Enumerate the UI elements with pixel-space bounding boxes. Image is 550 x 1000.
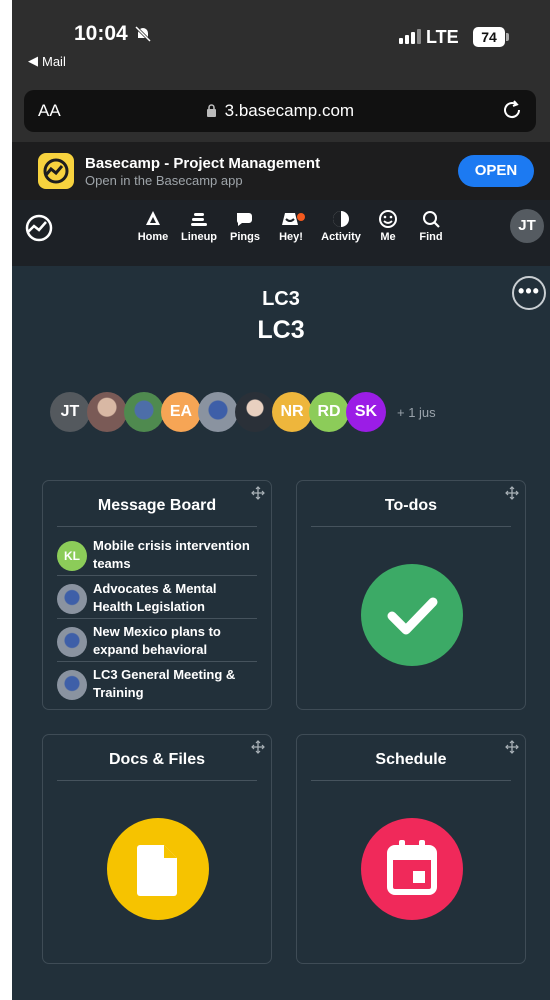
me-icon (379, 210, 397, 228)
person-avatar[interactable] (198, 392, 238, 432)
project-people[interactable]: JT EA NR RD SK + 1 jus (50, 392, 436, 432)
status-bar: 10:04 ◀ Mail LTE 74 (12, 0, 550, 84)
time-label: 10:04 (74, 22, 128, 45)
banner-title: Basecamp - Project Management (85, 155, 321, 172)
message-title: Advocates & Mental Health Legislation (93, 581, 217, 614)
person-avatar[interactable]: NR (272, 392, 312, 432)
message-item[interactable]: Advocates & Mental Health Legislation (57, 580, 257, 619)
message-item[interactable]: New Mexico plans to expand behavioral (57, 623, 257, 662)
person-avatar[interactable] (87, 392, 127, 432)
todos-title[interactable]: To-dos (297, 497, 525, 515)
person-initials: RD (317, 403, 341, 420)
app-install-banner: Basecamp - Project Management Open in th… (12, 142, 550, 200)
person-avatar[interactable]: RD (309, 392, 349, 432)
todos-checkmark-icon[interactable] (361, 564, 463, 666)
message-author-avatar (57, 627, 87, 657)
banner-subtitle: Open in the Basecamp app (85, 173, 243, 188)
network-label: LTE (426, 27, 459, 47)
message-item[interactable]: LC3 General Meeting & Training (57, 666, 257, 700)
basecamp-app-icon (38, 153, 74, 189)
phone-screen: 10:04 ◀ Mail LTE 74 AA 3.basecamp.com Ba… (12, 0, 550, 1000)
message-item[interactable]: KL Mobile crisis intervention teams (57, 537, 257, 576)
person-avatar[interactable]: SK (346, 392, 386, 432)
signal-icon (399, 29, 421, 44)
nav-me[interactable]: Me (371, 208, 405, 243)
nav-hey[interactable]: Hey! (271, 208, 311, 243)
url-display[interactable]: 3.basecamp.com (24, 101, 536, 121)
back-arrow-icon: ◀ (28, 53, 38, 68)
author-initials: KL (64, 549, 80, 563)
nav-find-label: Find (419, 231, 443, 243)
person-avatar[interactable] (235, 392, 275, 432)
docs-files-title[interactable]: Docs & Files (43, 751, 271, 769)
person-avatar[interactable]: JT (50, 392, 90, 432)
message-title: LC3 General Meeting & Training (93, 667, 236, 700)
home-icon (146, 211, 160, 225)
silent-bell-icon (134, 25, 151, 43)
message-author-avatar: KL (57, 541, 87, 571)
person-initials: NR (280, 403, 304, 420)
schedule-card[interactable]: Schedule (296, 734, 526, 964)
lock-icon (206, 104, 216, 117)
message-title: New Mexico plans to expand behavioral (93, 624, 221, 657)
browser-toolbar: AA 3.basecamp.com (12, 84, 550, 142)
docs-files-card[interactable]: Docs & Files (42, 734, 272, 964)
more-people-label[interactable]: + 1 jus (397, 405, 436, 420)
message-title: Mobile crisis intervention teams (93, 538, 250, 571)
battery-icon: 74 (473, 27, 509, 47)
person-initials: JT (60, 403, 80, 420)
person-initials: SK (354, 403, 378, 420)
nav-find[interactable]: Find (411, 208, 451, 243)
calendar-icon[interactable] (361, 818, 463, 920)
project-team-name: LC3 (262, 288, 300, 310)
card-divider (57, 780, 257, 781)
nav-home-label: Home (137, 231, 169, 243)
nav-lineup[interactable]: Lineup (179, 208, 219, 243)
nav-activity-label: Activity (321, 231, 361, 243)
nav-me-label: Me (380, 231, 396, 243)
message-author-avatar (57, 670, 87, 700)
basecamp-nav: Home Lineup Pings Hey! Activity Me Find … (12, 200, 550, 266)
nav-activity[interactable]: Activity (317, 208, 365, 243)
message-board-title[interactable]: Message Board (43, 497, 271, 515)
nav-home[interactable]: Home (133, 208, 173, 243)
find-icon (423, 211, 440, 228)
pings-icon (237, 213, 252, 226)
user-avatar[interactable]: JT (510, 209, 544, 243)
person-avatar[interactable]: EA (161, 392, 201, 432)
message-author-avatar (57, 584, 87, 614)
open-app-button[interactable]: OPEN (458, 155, 534, 187)
card-divider (311, 526, 511, 527)
nav-hey-label: Hey! (279, 231, 303, 243)
person-avatar[interactable] (124, 392, 164, 432)
status-time: 10:04 (74, 22, 152, 46)
nav-pings[interactable]: Pings (225, 208, 265, 243)
todos-card[interactable]: To-dos (296, 480, 526, 710)
schedule-title[interactable]: Schedule (297, 751, 525, 769)
person-initials: EA (169, 403, 193, 420)
back-label: Mail (42, 53, 66, 69)
hey-icon (282, 213, 305, 225)
address-bar[interactable]: AA 3.basecamp.com (24, 90, 536, 132)
reload-icon[interactable] (500, 98, 524, 122)
nav-lineup-label: Lineup (180, 231, 218, 243)
activity-icon (333, 211, 349, 227)
document-icon[interactable] (107, 818, 209, 920)
back-to-mail-link[interactable]: ◀ Mail (28, 53, 66, 69)
project-title: LC3 (257, 316, 305, 344)
basecamp-logo-icon[interactable] (22, 211, 56, 245)
card-divider (311, 780, 511, 781)
nav-pings-label: Pings (230, 231, 260, 243)
url-text: 3.basecamp.com (224, 101, 355, 120)
card-divider (57, 526, 257, 527)
battery-level: 74 (481, 29, 497, 45)
message-list: KL Mobile crisis intervention teams Advo… (57, 537, 257, 704)
message-board-card[interactable]: Message Board KL Mobile crisis intervent… (42, 480, 272, 710)
lineup-icon (191, 213, 207, 226)
